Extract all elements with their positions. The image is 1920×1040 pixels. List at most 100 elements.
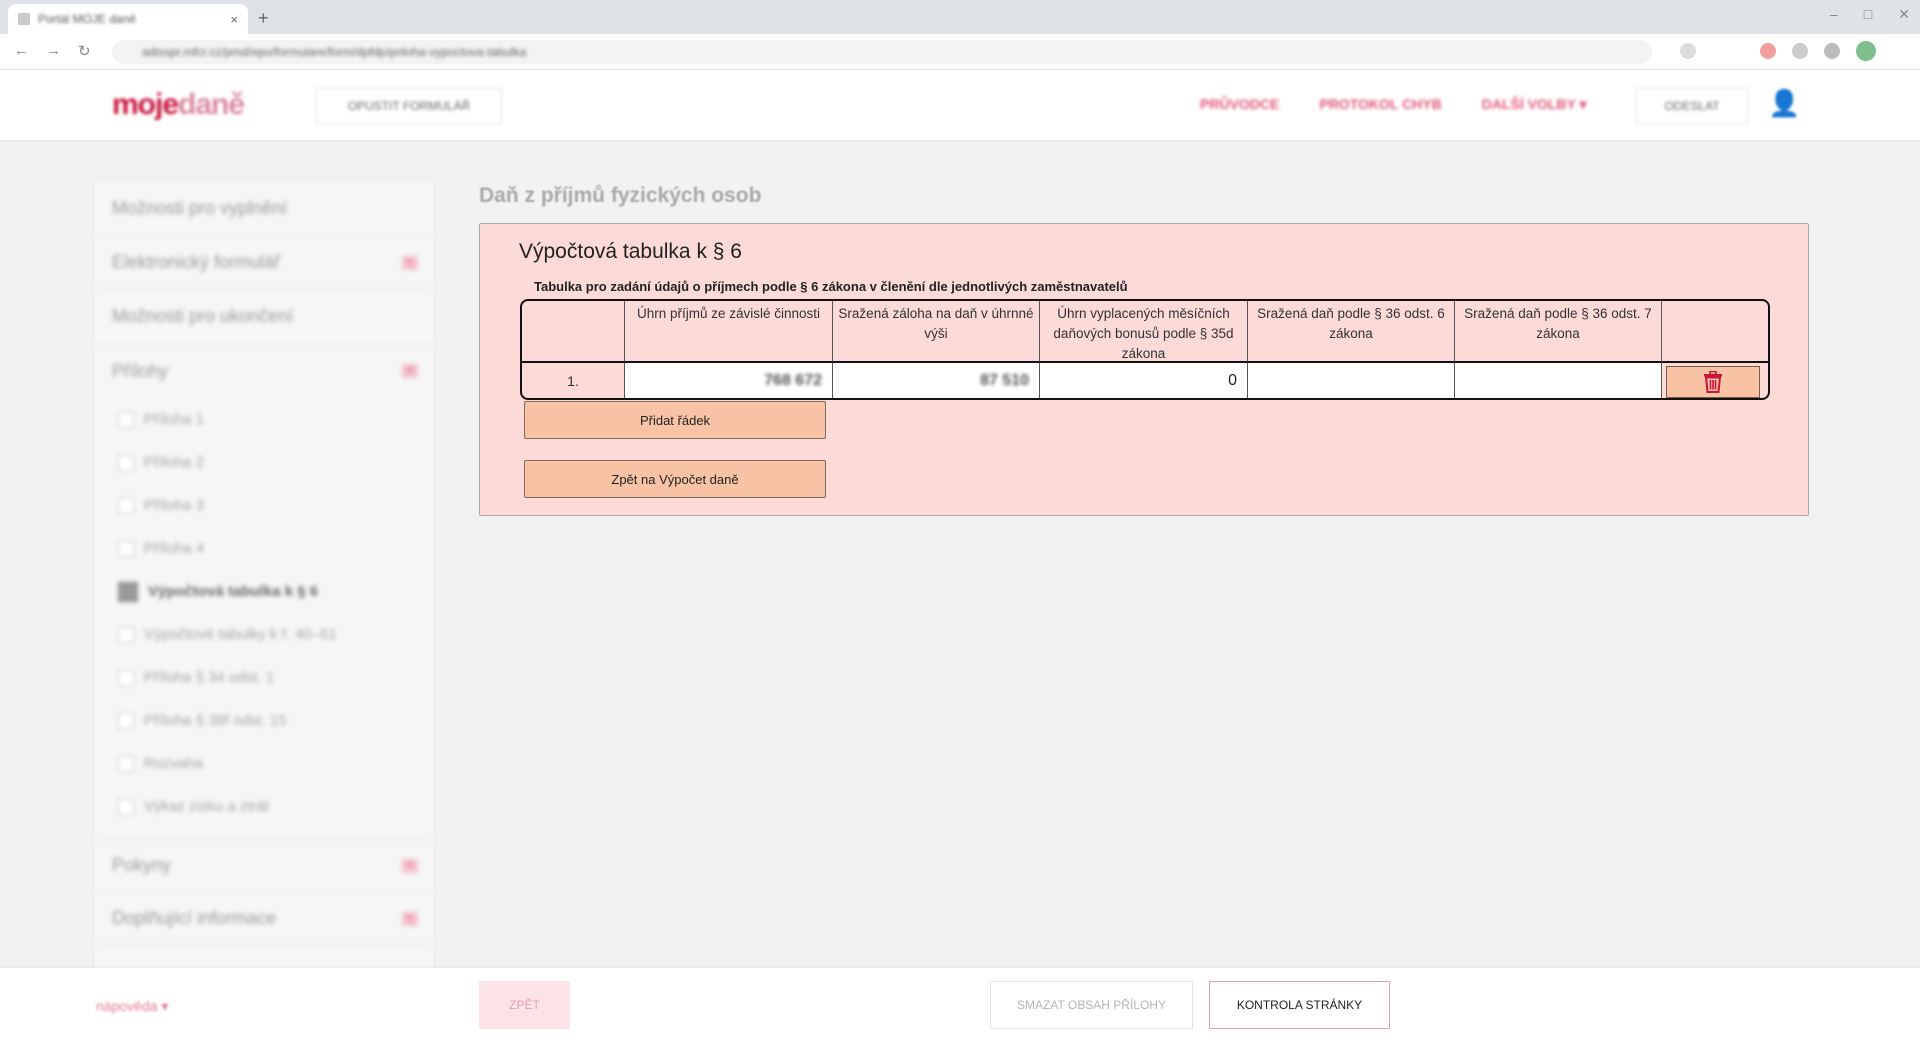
sidebar-section-additional-info[interactable]: Doplňující informace × <box>94 892 434 946</box>
sidebar-item-attachment-4[interactable]: Příloha 4 <box>94 527 434 570</box>
sidebar-section-fill-options[interactable]: Možnosti pro vyplnění <box>94 182 434 236</box>
footer-bar: nápověda ▾ ZPĚT SMAZAT OBSAH PŘÍLOHY KON… <box>0 968 1920 1040</box>
browser-tab-bar: Portál MOJE daně × + – □ ✕ <box>0 0 1920 34</box>
checkbox[interactable] <box>118 411 134 428</box>
page-title: Daň z příjmů fyzických osob <box>479 184 762 207</box>
panel-heading: Výpočtová tabulka k § 6 <box>519 240 742 263</box>
checkbox[interactable] <box>118 626 134 643</box>
sidebar-item-label: Příloha 4 <box>144 540 205 557</box>
delete-row-button[interactable] <box>1666 365 1760 398</box>
back-button[interactable]: ZPĚT <box>479 981 570 1029</box>
check-page-button[interactable]: KONTROLA STRÁNKY <box>1209 981 1390 1029</box>
checkbox[interactable] <box>118 798 134 815</box>
sidebar-item-label: Příloha 2 <box>144 454 205 471</box>
income-field[interactable]: 768 672 <box>625 363 833 398</box>
url-text: adisspr.mfcr.cz/pmd/epo/formulare/form/d… <box>142 45 527 59</box>
profile-avatar[interactable] <box>1856 41 1876 61</box>
advance-value: 87 510 <box>980 371 1029 389</box>
app-header: mojedaně OPUSTIT FORMULÁŘ PRŮVODCE PROTO… <box>0 70 1920 140</box>
sidebar-item-balance-sheet[interactable]: Rozvaha <box>94 742 434 785</box>
tax-36-6-field[interactable] <box>1248 363 1455 398</box>
calc-table-panel: Výpočtová tabulka k § 6 Tabulka pro zadá… <box>479 223 1809 516</box>
header-link-guide[interactable]: PRŮVODCE <box>1200 96 1279 113</box>
browser-tab[interactable]: Portál MOJE daně × <box>8 4 248 34</box>
header-nav: PRŮVODCE PROTOKOL CHYB DALŠÍ VOLBY ▾ <box>1200 96 1587 113</box>
panel-subheading: Tabulka pro zadání údajů o příjmech podl… <box>534 279 1128 294</box>
tab-favicon-icon <box>18 13 30 25</box>
header-link-error-log[interactable]: PROTOKOL CHYB <box>1319 96 1441 113</box>
sidebar-section-label: Pokyny <box>112 854 172 875</box>
column-header-row-number <box>522 301 625 363</box>
checkbox[interactable] <box>118 712 134 729</box>
window-controls: – □ ✕ <box>1830 6 1910 23</box>
back-icon[interactable]: ← <box>14 42 29 59</box>
sidebar-item-attachment-2[interactable]: Příloha 2 <box>94 441 434 484</box>
back-to-tax-calc-button[interactable]: Zpět na Výpočet daně <box>524 460 826 498</box>
header-link-more-options[interactable]: DALŠÍ VOLBY ▾ <box>1482 96 1587 113</box>
column-header-actions <box>1662 301 1768 363</box>
column-header-tax-36-7: Sražená daň podle § 36 odst. 7 zákona <box>1455 301 1662 363</box>
checkbox[interactable] <box>118 669 134 686</box>
sidebar-item-attachment-3[interactable]: Příloha 3 <box>94 484 434 527</box>
submit-button[interactable]: ODESLAT <box>1636 88 1748 124</box>
collapse-icon[interactable]: × <box>402 912 418 926</box>
forward-icon[interactable]: → <box>46 42 61 59</box>
url-input[interactable]: adisspr.mfcr.cz/pmd/epo/formulare/form/d… <box>112 40 1652 64</box>
checkbox[interactable] <box>118 755 134 772</box>
sidebar-item-label: Výpočtová tabulka k § 6 <box>148 583 319 600</box>
checkbox[interactable] <box>118 497 134 514</box>
user-icon[interactable]: 👤 <box>1768 88 1800 119</box>
checkbox[interactable] <box>118 581 138 602</box>
checkbox[interactable] <box>118 454 134 471</box>
checkbox[interactable] <box>118 540 134 557</box>
sidebar-item-attachment-38f[interactable]: Příloha § 38f odst. 15 <box>94 699 434 742</box>
maximize-icon[interactable]: □ <box>1864 6 1872 23</box>
sidebar: Možnosti pro vyplnění Elektronický formu… <box>94 182 434 972</box>
collapse-icon[interactable]: × <box>402 256 418 270</box>
sidebar-item-label: Příloha § 38f odst. 15 <box>144 712 287 729</box>
close-window-icon[interactable]: ✕ <box>1898 6 1910 23</box>
collapse-icon[interactable]: × <box>402 364 418 378</box>
sidebar-section-label: Elektronický formulář <box>112 252 281 272</box>
sidebar-section-attachments[interactable]: Přílohy × <box>94 344 434 398</box>
sidebar-item-label: Výpočtové tabulky k ř. 40–51 <box>144 626 337 643</box>
extension-icon[interactable] <box>1792 43 1808 59</box>
tax-36-7-field[interactable] <box>1455 363 1662 398</box>
trash-icon <box>1704 370 1722 393</box>
tab-title: Portál MOJE daně <box>38 12 137 26</box>
help-dropdown[interactable]: nápověda ▾ <box>96 998 168 1015</box>
logo-text-a: moje <box>112 88 179 121</box>
minimize-icon[interactable]: – <box>1830 6 1838 23</box>
reload-icon[interactable]: ↻ <box>78 42 91 60</box>
income-value: 768 672 <box>764 371 822 389</box>
extension-icon[interactable] <box>1680 43 1696 59</box>
logo[interactable]: mojedaně <box>112 88 245 122</box>
clear-attachment-button[interactable]: SMAZAT OBSAH PŘÍLOHY <box>990 981 1193 1029</box>
extension-icon[interactable] <box>1760 43 1776 59</box>
sidebar-item-label: Příloha § 34 odst. 1 <box>144 669 275 686</box>
tab-close-icon[interactable]: × <box>230 12 238 27</box>
sidebar-item-label: Příloha 3 <box>144 497 205 514</box>
logo-text-b: daně <box>178 88 245 121</box>
sidebar-section-label: Přílohy <box>112 360 169 381</box>
column-header-bonus: Úhrn vyplacených měsíčních daňových bonu… <box>1040 301 1248 363</box>
sidebar-section-finish-options[interactable]: Možnosti pro ukončení <box>94 290 434 344</box>
add-row-button[interactable]: Přidat řádek <box>524 401 826 439</box>
sidebar-section-electronic-form[interactable]: Elektronický formulář × <box>94 236 434 290</box>
sidebar-section-instructions[interactable]: Pokyny × <box>94 838 434 892</box>
column-header-tax-36-6: Sražená daň podle § 36 odst. 6 zákona <box>1248 301 1455 363</box>
collapse-icon[interactable]: × <box>402 859 418 873</box>
sidebar-item-calc-table-6[interactable]: Výpočtová tabulka k § 6 <box>94 570 434 613</box>
advance-field[interactable]: 87 510 <box>833 363 1040 398</box>
leave-form-button[interactable]: OPUSTIT FORMULÁŘ <box>316 88 502 124</box>
sidebar-item-attachment-1[interactable]: Příloha 1 <box>94 398 434 441</box>
new-tab-icon[interactable]: + <box>258 8 269 29</box>
sidebar-item-profit-loss[interactable]: Výkaz zisku a ztrát <box>94 785 434 828</box>
column-header-advance: Sražená záloha na daň v úhrnné výši <box>833 301 1040 363</box>
income-table: Úhrn příjmů ze závislé činnosti Sražená … <box>520 299 1770 400</box>
sidebar-section-label: Možnosti pro vyplnění <box>112 198 288 218</box>
sidebar-item-attachment-34[interactable]: Příloha § 34 odst. 1 <box>94 656 434 699</box>
bonus-field[interactable]: 0 <box>1040 363 1248 398</box>
extension-icon[interactable] <box>1824 43 1840 59</box>
sidebar-item-calc-tables-40-51[interactable]: Výpočtové tabulky k ř. 40–51 <box>94 613 434 656</box>
